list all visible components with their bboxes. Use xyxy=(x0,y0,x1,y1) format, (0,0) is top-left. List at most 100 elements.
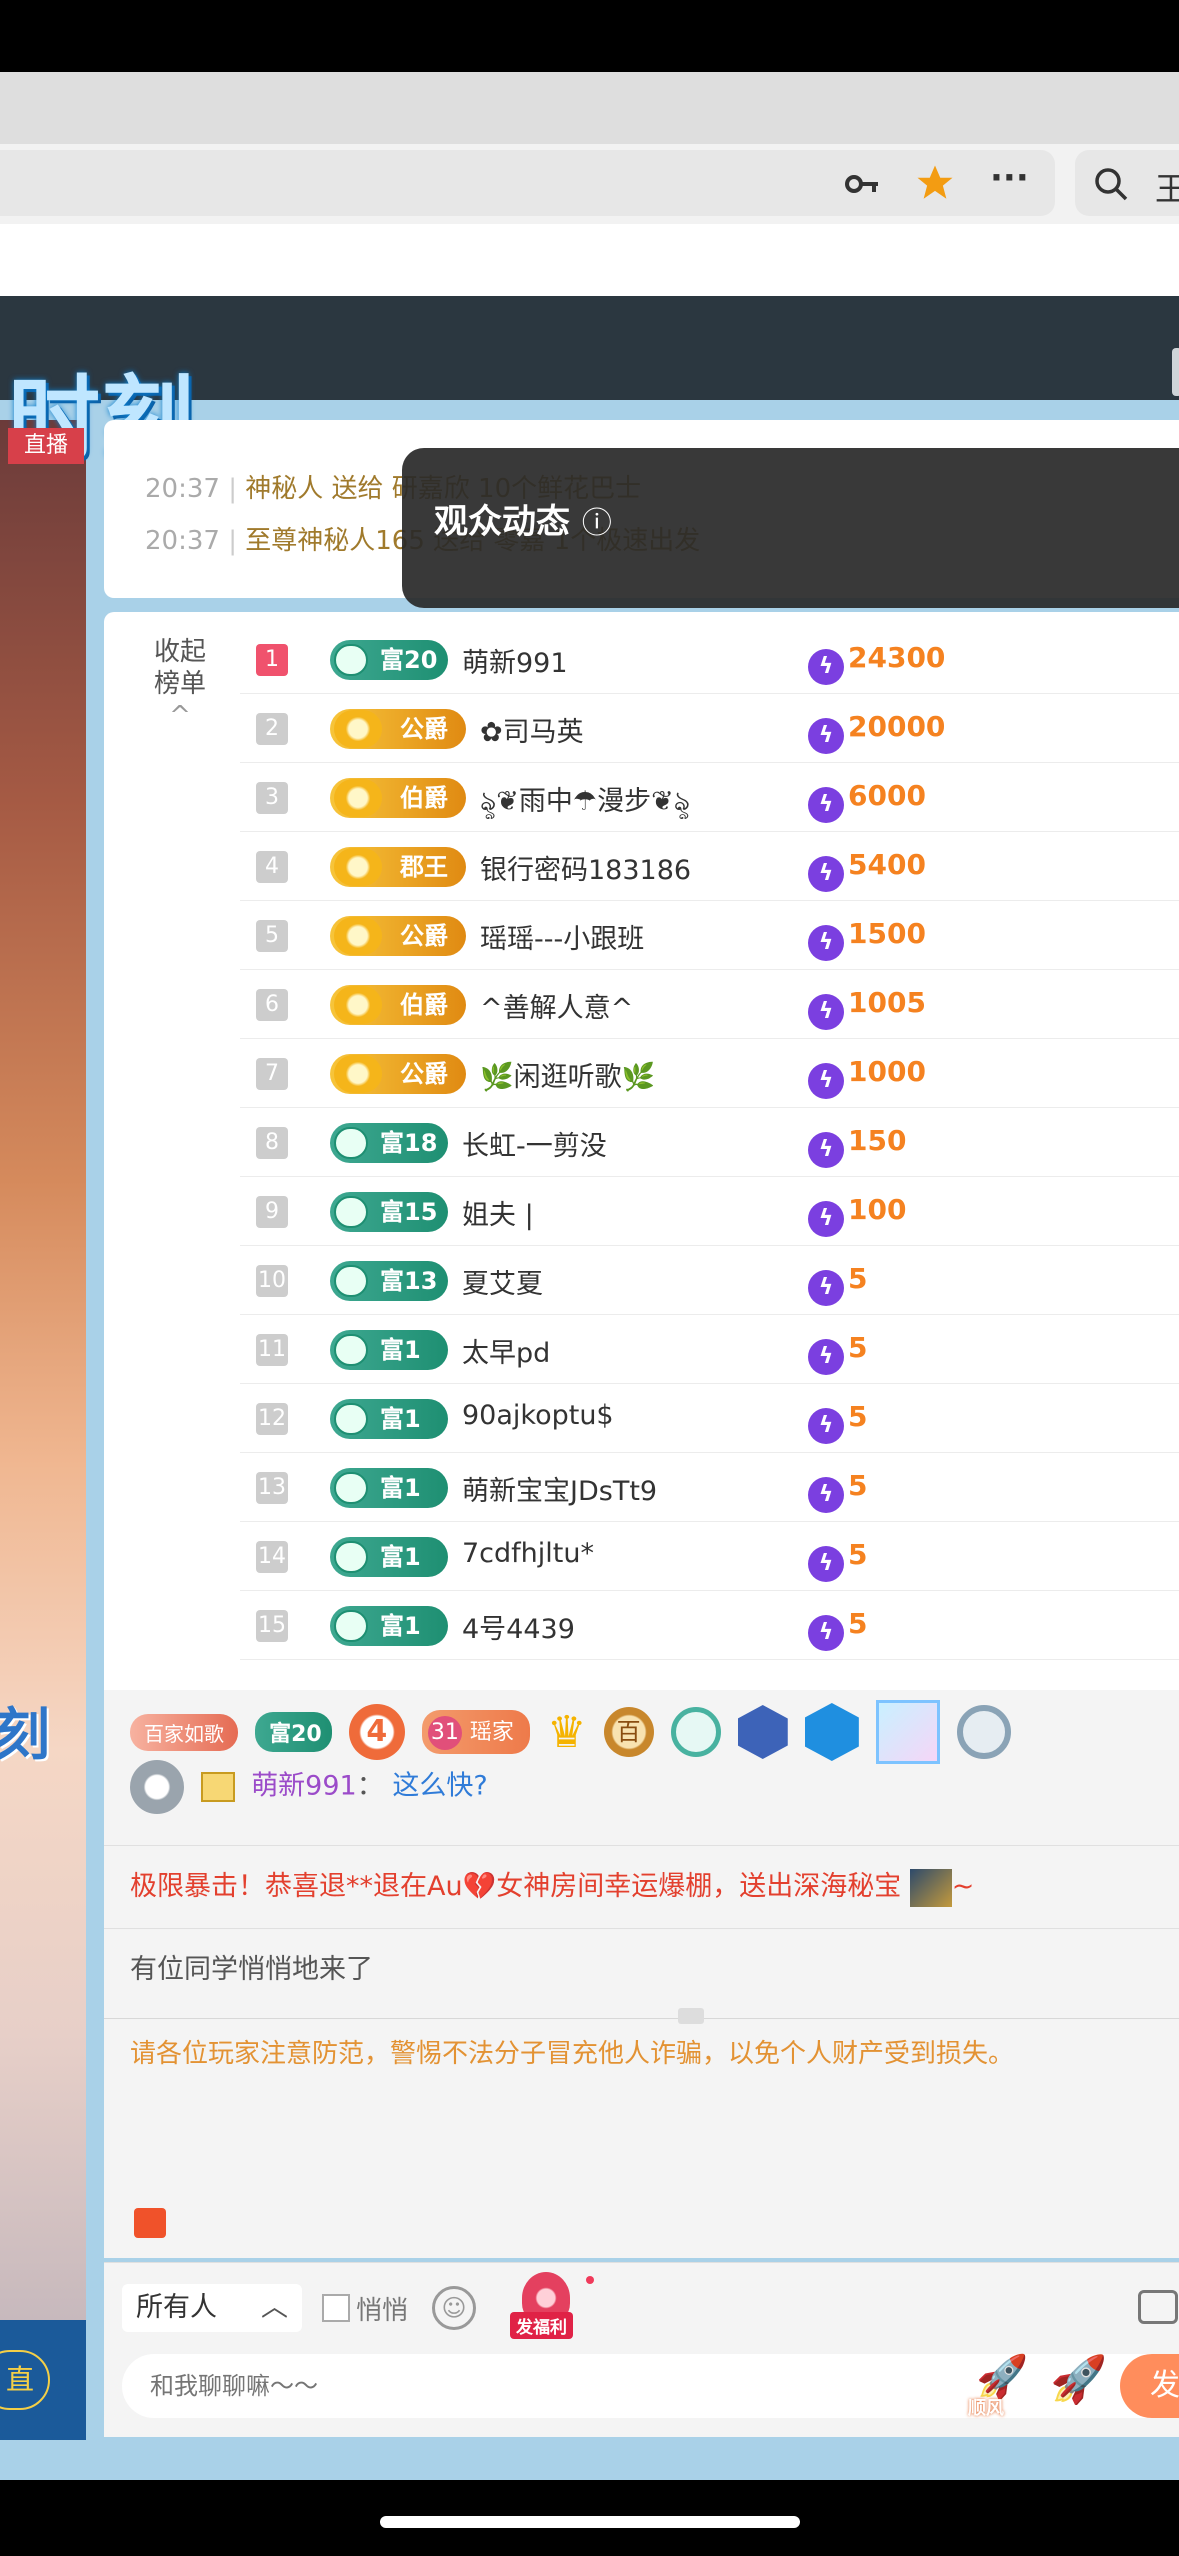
rank-username[interactable]: 太早pd xyxy=(462,1331,550,1370)
hundred-medal[interactable]: 百 xyxy=(603,1707,654,1757)
card-badge-icon[interactable] xyxy=(875,1700,940,1764)
search-partial-text: 王 xyxy=(1155,170,1179,208)
badge-icon xyxy=(334,644,368,676)
ranking-row[interactable]: 2 公爵 ✿司马英 ϟ 20000 xyxy=(240,694,1179,763)
rank-number: 2 xyxy=(256,713,288,745)
address-bar[interactable]: ··· xyxy=(0,150,1055,216)
rank-username[interactable]: 7cdfhjltu* xyxy=(462,1538,594,1569)
medal-badge[interactable]: 百家如歌 xyxy=(130,1713,238,1751)
badge-icon xyxy=(334,1610,368,1642)
rank-score-value: 5 xyxy=(848,1607,868,1640)
ranking-row[interactable]: 7 公爵 🌿闲逛听歌🌿 ϟ 1000 xyxy=(240,1039,1179,1108)
ranking-row[interactable]: 15 富1 4号4439 ϟ 5 xyxy=(240,1591,1179,1660)
home-indicator[interactable] xyxy=(380,2516,800,2528)
gift-time: 20:37 xyxy=(145,526,220,556)
rank-username[interactable]: 夏艾夏 xyxy=(462,1262,543,1301)
rank-username[interactable]: 🌿闲逛听歌🌿 xyxy=(480,1055,655,1094)
rank-number: 6 xyxy=(256,989,288,1021)
info-icon[interactable]: ⓘ xyxy=(582,506,612,541)
bolt-icon: ϟ xyxy=(808,1132,844,1168)
chat-username[interactable]: 萌新991 xyxy=(251,1771,357,1802)
ring-badge-icon[interactable] xyxy=(957,1705,1012,1759)
send-button[interactable]: 发 xyxy=(1120,2354,1179,2418)
badge-icon xyxy=(334,1472,368,1504)
ranking-row[interactable]: 5 公爵 瑶瑶---小跟班 ϟ 1500 xyxy=(240,901,1179,970)
ranking-row[interactable]: 4 郡王 银行密码183186 ϟ 5400 xyxy=(240,832,1179,901)
whisper-checkbox[interactable] xyxy=(322,2294,350,2322)
rank-number: 13 xyxy=(256,1472,288,1504)
ranking-row[interactable]: 13 富1 萌新宝宝JDsTt9 ϟ 5 xyxy=(240,1453,1179,1522)
red-packet-button[interactable]: 发福利 xyxy=(508,2272,594,2342)
rank-number: 7 xyxy=(256,1058,288,1090)
rank-username[interactable]: ✿司马英 xyxy=(480,710,584,749)
rank-score: ϟ 24300 xyxy=(808,641,945,685)
badge-icon xyxy=(334,1334,368,1366)
badge-icon xyxy=(334,986,382,1024)
search-icon[interactable] xyxy=(1091,164,1131,208)
badge-label: 公爵 xyxy=(400,922,448,950)
rank-username[interactable]: 瑶瑶---小跟班 xyxy=(480,917,644,956)
rank-username[interactable]: 90ajkoptu$ xyxy=(462,1400,614,1431)
rank-username[interactable]: ^善解人意^ xyxy=(480,986,633,1025)
shield-badge-icon[interactable] xyxy=(737,1705,788,1759)
ranking-row[interactable]: 1 富20 萌新991 ϟ 24300 xyxy=(240,625,1179,694)
ranking-row[interactable]: 10 富13 夏艾夏 ϟ 5 xyxy=(240,1246,1179,1315)
chat-target-select[interactable]: 所有人 ︿ xyxy=(122,2284,302,2332)
collapse-ranking-button[interactable]: 收起 榜单 ^ xyxy=(148,636,212,732)
fan-medal-level: 31 xyxy=(427,1716,462,1750)
emoji-icon[interactable]: ☺ xyxy=(432,2286,476,2330)
cube-badge-icon[interactable] xyxy=(804,1703,859,1761)
treasure-icon xyxy=(909,1868,952,1907)
search-box[interactable]: 王 xyxy=(1075,150,1179,216)
ranking-row[interactable]: 11 富1 太早pd ϟ 5 xyxy=(240,1315,1179,1384)
video-player[interactable]: 刻 xyxy=(0,420,86,2320)
rank-username[interactable]: 姐夫 | xyxy=(462,1193,534,1232)
badge-icon xyxy=(334,848,382,886)
ranking-row[interactable]: 14 富1 7cdfhjltu* ϟ 5 xyxy=(240,1522,1179,1591)
rank-username[interactable]: 长虹-一剪没 xyxy=(462,1124,607,1163)
rank-username[interactable]: 4号4439 xyxy=(462,1607,575,1646)
ranking-row[interactable]: 12 富1 90ajkoptu$ ϟ 5 xyxy=(240,1384,1179,1453)
broadcast-text: 极限暴击！恭喜退**退在Au💔女神房间幸运爆棚，送出深海秘宝 xyxy=(130,1871,902,1902)
more-icon[interactable]: ··· xyxy=(990,158,1029,198)
rank-number: 3 xyxy=(256,782,288,814)
ranking-row[interactable]: 3 伯爵 ৡ❦雨中☂漫步❦ৡ ϟ 6000 xyxy=(240,763,1179,832)
rank-username[interactable]: 萌新991 xyxy=(462,641,568,680)
rank-score: ϟ 6000 xyxy=(808,779,926,823)
level-badge: 富15 xyxy=(330,1192,448,1232)
rank-score: ϟ 150 xyxy=(808,1124,906,1168)
record-icon[interactable] xyxy=(1138,2290,1178,2324)
level-badge: 富1 xyxy=(330,1399,448,1439)
scroll-handle-icon[interactable] xyxy=(678,2008,704,2024)
star-icon[interactable] xyxy=(914,162,956,204)
swirl-badge-icon[interactable] xyxy=(670,1707,721,1757)
rank-username[interactable]: 银行密码183186 xyxy=(480,848,691,887)
bolt-icon: ϟ xyxy=(808,787,844,823)
level-badge: 富1 xyxy=(330,1330,448,1370)
rank-username[interactable]: ৡ❦雨中☂漫步❦ৡ xyxy=(480,779,690,826)
ranking-row[interactable]: 8 富18 长虹-一剪没 ϟ 150 xyxy=(240,1108,1179,1177)
rank-score-value: 5 xyxy=(848,1262,868,1295)
rich-level-badge[interactable]: 富20 xyxy=(255,1712,332,1752)
rocket-gift-button[interactable]: 🚀 顺风 xyxy=(966,2352,1028,2419)
ranking-row[interactable]: 6 伯爵 ^善解人意^ ϟ 1005 xyxy=(240,970,1179,1039)
crown-icon[interactable]: ♛ xyxy=(547,1707,586,1758)
key-icon[interactable] xyxy=(842,164,882,204)
rank-score-value: 5 xyxy=(848,1400,868,1433)
level-badge: 公爵 xyxy=(330,1054,466,1094)
rank-score-value: 1005 xyxy=(848,986,926,1019)
fan-medal[interactable]: 31 瑶家 xyxy=(421,1710,530,1754)
ranking-row[interactable]: 9 富15 姐夫 | ϟ 100 xyxy=(240,1177,1179,1246)
rocket-icon[interactable]: 🚀 xyxy=(1050,2352,1107,2407)
rank-score: ϟ5 xyxy=(808,1607,867,1651)
level-medal[interactable]: 4 xyxy=(348,1704,405,1760)
rank-score: ϟ 1500 xyxy=(808,917,926,961)
bolt-icon: ϟ xyxy=(808,856,844,892)
chat-divider xyxy=(104,2018,1179,2019)
speaker-icon[interactable] xyxy=(134,2208,166,2238)
rank-username[interactable]: 萌新宝宝JDsTt9 xyxy=(462,1469,657,1508)
live-tag: 直播 xyxy=(8,428,84,464)
audience-popup-title[interactable]: 观众动态 ⓘ xyxy=(434,494,612,543)
level-badge: 富1 xyxy=(330,1468,448,1508)
rank-score: ϟ5 xyxy=(808,1331,867,1375)
